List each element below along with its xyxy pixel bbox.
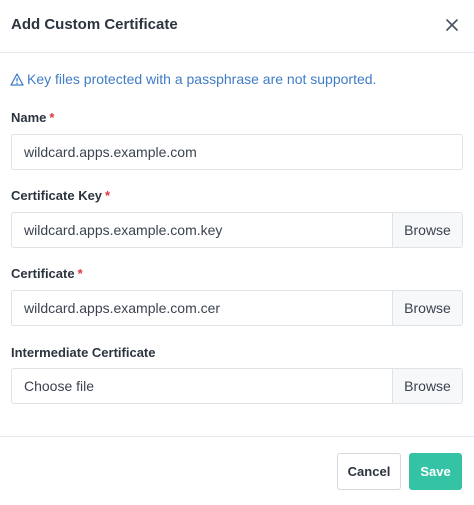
dialog-header: Add Custom Certificate [0, 0, 474, 53]
name-input[interactable] [12, 135, 462, 169]
intermediate-certificate-filename[interactable]: Choose file [12, 369, 392, 403]
certificate-key-browse-button[interactable]: Browse [392, 213, 462, 247]
intermediate-certificate-file-field[interactable]: Choose file Browse [11, 368, 463, 404]
cancel-button[interactable]: Cancel [337, 453, 401, 490]
warning-text: Key files protected with a passphrase ar… [27, 71, 377, 87]
required-mark: * [49, 110, 55, 125]
save-button[interactable]: Save [409, 453, 462, 490]
intermediate-certificate-label-text: Intermediate Certificate [11, 345, 156, 360]
certificate-label-text: Certificate [11, 266, 75, 281]
name-field[interactable] [11, 134, 463, 170]
required-mark: * [77, 266, 83, 281]
certificate-key-label: Certificate Key * [11, 188, 110, 203]
required-mark: * [105, 188, 111, 203]
certificate-filename[interactable]: wildcard.apps.example.com.cer [12, 291, 392, 325]
close-icon[interactable] [441, 14, 463, 36]
footer-divider [0, 436, 474, 437]
certificate-key-label-text: Certificate Key [11, 188, 103, 203]
certificate-label: Certificate * [11, 266, 83, 281]
certificate-key-filename[interactable]: wildcard.apps.example.com.key [12, 213, 392, 247]
passphrase-warning: Key files protected with a passphrase ar… [10, 71, 376, 87]
certificate-file-field[interactable]: wildcard.apps.example.com.cer Browse [11, 290, 463, 326]
certificate-key-file-field[interactable]: wildcard.apps.example.com.key Browse [11, 212, 463, 248]
name-label-text: Name [11, 110, 47, 125]
intermediate-certificate-browse-button[interactable]: Browse [392, 369, 462, 403]
dialog-title: Add Custom Certificate [11, 16, 178, 33]
name-label: Name * [11, 110, 54, 125]
intermediate-certificate-label: Intermediate Certificate [11, 345, 156, 360]
warning-triangle-icon [10, 72, 24, 86]
certificate-browse-button[interactable]: Browse [392, 291, 462, 325]
add-certificate-dialog: Add Custom Certificate Key files protect… [0, 0, 474, 505]
